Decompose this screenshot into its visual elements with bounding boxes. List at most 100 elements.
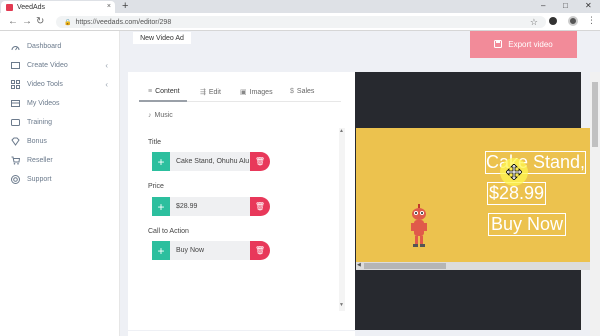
dollar-icon: $: [290, 88, 294, 95]
training-icon: [11, 118, 20, 127]
vertical-scroll-thumb[interactable]: [592, 82, 598, 147]
address-bar-row: ← → ↻ 🔒 https://veedads.com/editor/298 ☆: [0, 13, 600, 31]
sidebar-item-label: My Videos: [27, 100, 60, 107]
sidebar-item-label: Bonus: [27, 138, 47, 145]
preview-cta-text[interactable]: Buy Now: [487, 213, 567, 236]
sidebar-item-label: Video Tools: [27, 81, 63, 88]
plus-icon: +: [157, 154, 165, 169]
add-cta-button[interactable]: +: [152, 241, 170, 260]
window-minimize-button[interactable]: –: [541, 1, 545, 10]
active-tab-indicator: [139, 100, 187, 102]
plus-icon: +: [157, 243, 165, 258]
browser-tab-bar: VeedAds × + – □ ✕: [0, 0, 600, 13]
trash-icon: 🗑: [254, 202, 266, 211]
horizontal-scroll-thumb[interactable]: [364, 263, 446, 269]
export-video-label: Export video: [508, 40, 553, 49]
tab-label: Content: [155, 88, 180, 95]
sidebar-item-label: Reseller: [27, 157, 53, 164]
new-tab-button[interactable]: +: [122, 0, 128, 12]
move-cursor-icon: [506, 164, 522, 180]
scroll-up-arrow-icon[interactable]: ▲: [339, 128, 344, 134]
content-icon: ≡: [148, 88, 153, 95]
delete-cta-button[interactable]: 🗑: [250, 241, 270, 260]
extension-icon[interactable]: [549, 17, 557, 25]
tab-music[interactable]: ♪ Music: [148, 112, 173, 119]
forward-arrow-icon[interactable]: →: [22, 16, 32, 27]
plus-icon: +: [157, 199, 165, 214]
video-canvas[interactable]: Cake Stand, $28.99 Buy Now: [356, 128, 590, 262]
browser-menu-icon[interactable]: ⋮: [587, 15, 596, 26]
trash-icon: 🗑: [254, 246, 266, 255]
images-icon: ▣: [240, 89, 247, 96]
tab-label: Music: [154, 112, 173, 119]
sidebar-item-label: Create Video: [27, 62, 68, 69]
export-video-button[interactable]: Export video: [470, 31, 577, 58]
price-field-row: + 🗑: [152, 197, 270, 216]
cta-field-label: Call to Action: [148, 228, 189, 235]
browser-tab-title: VeedAds: [17, 3, 46, 11]
tab-content[interactable]: ≡ Content: [148, 88, 180, 95]
tab-sales[interactable]: $ Sales: [290, 88, 314, 95]
dashboard-icon: [11, 42, 20, 51]
sidebar-item-bonus[interactable]: Bonus: [0, 132, 120, 151]
page-vertical-scrollbar[interactable]: [590, 72, 600, 336]
sidebar-item-support[interactable]: Support: [0, 170, 120, 189]
cta-input[interactable]: [170, 241, 250, 260]
title-field-row: + 🗑: [152, 152, 270, 171]
veedads-favicon-icon: [6, 3, 13, 11]
chevron-left-icon: ‹: [105, 61, 108, 70]
window-maximize-button[interactable]: □: [563, 1, 568, 10]
tab-label: Sales: [296, 88, 315, 95]
sidebar-item-video-tools[interactable]: Video Tools ‹: [0, 75, 120, 94]
sidebar-item-label: Support: [27, 176, 52, 183]
title-input[interactable]: [170, 152, 250, 171]
chevron-left-icon: ‹: [105, 80, 108, 89]
reload-icon[interactable]: ↻: [36, 16, 44, 27]
price-field-label: Price: [148, 183, 164, 190]
create-video-icon: [11, 61, 20, 70]
scroll-down-arrow-icon[interactable]: ▼: [339, 302, 344, 308]
panel-bottom-edge: [128, 331, 355, 336]
sidebar: Dashboard Create Video ‹ Video Tools ‹ M…: [0, 31, 120, 336]
sidebar-item-label: Training: [27, 119, 53, 126]
browser-tab[interactable]: VeedAds ×: [1, 1, 115, 13]
add-title-button[interactable]: +: [152, 152, 170, 171]
sidebar-item-reseller[interactable]: Reseller: [0, 151, 120, 170]
add-price-button[interactable]: +: [152, 197, 170, 216]
video-tools-icon: [11, 80, 20, 89]
back-arrow-icon[interactable]: ←: [8, 16, 18, 27]
title-field-label: Title: [148, 139, 161, 146]
music-icon: ♪: [148, 112, 152, 119]
robot-character-icon[interactable]: [408, 204, 430, 248]
delete-title-button[interactable]: 🗑: [250, 152, 270, 171]
tab-edit[interactable]: ⇶ Edit: [200, 88, 221, 97]
profile-avatar-icon[interactable]: [568, 16, 578, 26]
sidebar-item-dashboard[interactable]: Dashboard: [0, 37, 120, 56]
price-input[interactable]: [170, 197, 250, 216]
tab-label: Images: [249, 88, 273, 96]
delete-price-button[interactable]: 🗑: [250, 197, 270, 216]
sidebar-item-my-videos[interactable]: My Videos: [0, 94, 120, 113]
my-videos-icon: [11, 99, 20, 108]
tab-label: Edit: [208, 88, 221, 96]
sidebar-item-create-video[interactable]: Create Video ‹: [0, 56, 120, 75]
bookmark-star-icon[interactable]: ☆: [530, 17, 538, 28]
reseller-icon: [11, 156, 20, 165]
url-text: https://veedads.com/editor/298: [75, 18, 172, 26]
tab-images[interactable]: ▣ Images: [240, 88, 273, 97]
export-icon: [494, 39, 503, 50]
url-field[interactable]: 🔒 https://veedads.com/editor/298 ☆: [56, 16, 546, 28]
bonus-icon: [11, 137, 20, 146]
tab-close-icon[interactable]: ×: [107, 3, 111, 10]
support-icon: [11, 175, 20, 184]
fields-scrollbar[interactable]: [339, 128, 345, 311]
canvas-horizontal-scrollbar[interactable]: ◀: [356, 262, 590, 270]
scroll-left-arrow-icon[interactable]: ◀: [357, 262, 361, 268]
lock-icon: 🔒: [64, 19, 72, 26]
cta-field-row: + 🗑: [152, 241, 270, 260]
preview-price-text[interactable]: $28.99: [486, 182, 547, 205]
edit-icon: ⇶: [200, 89, 206, 96]
sidebar-item-training[interactable]: Training: [0, 113, 120, 132]
window-close-button[interactable]: ✕: [585, 1, 592, 10]
video-ad-name[interactable]: New Video Ad: [133, 32, 191, 44]
